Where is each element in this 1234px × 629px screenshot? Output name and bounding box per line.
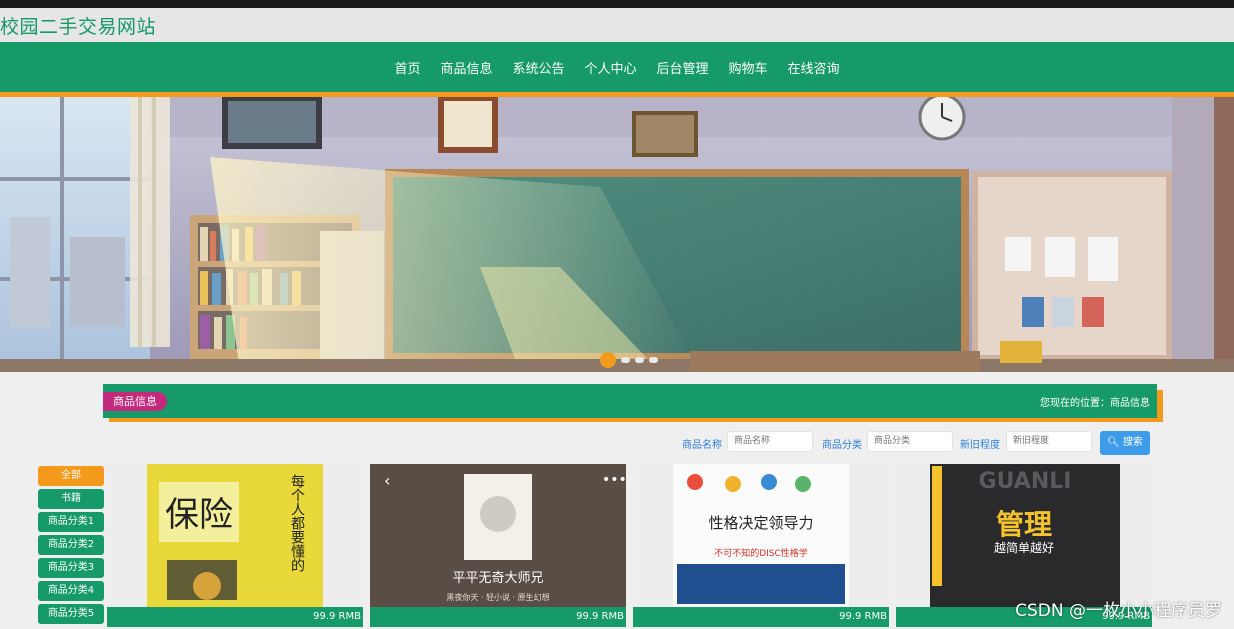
search-icon: 🔍︎: [1107, 437, 1120, 448]
cover-sub-text: 不可不知的DISC性格学: [714, 547, 808, 559]
category-books[interactable]: 书籍: [38, 489, 104, 509]
cover-big-text: 保险: [165, 495, 233, 535]
product-category-label: 商品分类: [822, 440, 862, 451]
window-top-strip: [0, 0, 1234, 8]
nav-item-consult[interactable]: 在线咨询: [781, 58, 847, 77]
more-dots-icon: •••: [602, 472, 626, 488]
section-header: [103, 384, 1157, 418]
product-name-input[interactable]: [727, 431, 813, 452]
nav-item-cart[interactable]: 购物车: [722, 58, 775, 77]
carousel-dot-3[interactable]: [635, 357, 644, 363]
category-all[interactable]: 全部: [38, 466, 104, 486]
nav-item-announcements[interactable]: 系统公告: [505, 58, 571, 77]
cover-title-text: 每个人都要懂的: [289, 474, 305, 572]
nav-item-admin[interactable]: 后台管理: [650, 58, 716, 77]
nav-item-home[interactable]: 首页: [387, 58, 427, 77]
cover-title-text: 性格决定领导力: [708, 514, 813, 532]
csdn-watermark: CSDN @一枚小小程序员罗: [1015, 601, 1222, 621]
hero-banner[interactable]: [0, 97, 1234, 372]
search-button[interactable]: 🔍︎ 搜索: [1100, 431, 1150, 455]
product-image: 保险 每个人都要懂的: [107, 464, 363, 607]
product-image: GUANLI 管理 越简单越好: [896, 464, 1152, 607]
carousel-dot-4[interactable]: [649, 357, 658, 363]
category-4[interactable]: 商品分类4: [38, 581, 104, 601]
category-2[interactable]: 商品分类2: [38, 535, 104, 555]
product-image: ‹ ••• 平平无奇大师兄 黑夜你天 · 轻小说 · 原生幻想: [370, 464, 626, 607]
cover-title-text: 平平无奇大师兄: [452, 570, 543, 586]
nav-item-personal-center[interactable]: 个人中心: [577, 58, 643, 77]
search-form: 商品名称 商品分类 新旧程度 🔍︎ 搜索: [0, 430, 1234, 456]
category-3[interactable]: 商品分类3: [38, 558, 104, 578]
section-title: 商品信息: [103, 392, 167, 411]
breadcrumb: 您现在的位置：商品信息: [1040, 398, 1150, 409]
cover-sub-text: 黑夜你天 · 轻小说 · 原生幻想: [446, 592, 549, 602]
product-price: 99.9 RMB: [370, 607, 626, 627]
search-button-label: 搜索: [1122, 437, 1143, 448]
condition-input[interactable]: [1006, 431, 1092, 452]
cover-sub-text: 越简单越好: [994, 541, 1054, 555]
product-name-label: 商品名称: [682, 440, 722, 451]
site-header: 校园二手交易网站: [0, 8, 1234, 42]
main-nav: 首页 商品信息 系统公告 个人中心 后台管理 购物车 在线咨询: [0, 42, 1234, 92]
product-price: 99.9 RMB: [107, 607, 363, 627]
product-image: 性格决定领导力 不可不知的DISC性格学: [633, 464, 889, 607]
cover-top-text: GUANLI: [979, 469, 1072, 494]
condition-label: 新旧程度: [960, 440, 1000, 451]
carousel-dot-1[interactable]: [600, 352, 616, 368]
cover-title-text: 管理: [996, 508, 1052, 541]
product-category-input[interactable]: [867, 431, 953, 452]
carousel-dot-2[interactable]: [621, 357, 630, 363]
product-card[interactable]: 保险 每个人都要懂的 99.9 RMB: [107, 464, 363, 629]
product-card[interactable]: ‹ ••• 平平无奇大师兄 黑夜你天 · 轻小说 · 原生幻想 99.9 RMB: [370, 464, 626, 629]
classroom-illustration: [0, 97, 1234, 372]
product-card[interactable]: 性格决定领导力 不可不知的DISC性格学 99.9 RMB: [633, 464, 889, 629]
carousel-indicators: [600, 352, 658, 368]
product-price: 99.9 RMB: [633, 607, 889, 627]
nav-item-products[interactable]: 商品信息: [433, 58, 499, 77]
category-5[interactable]: 商品分类5: [38, 604, 104, 624]
site-title: 校园二手交易网站: [0, 16, 157, 38]
category-1[interactable]: 商品分类1: [38, 512, 104, 532]
back-chevron-icon: ‹: [384, 471, 390, 490]
